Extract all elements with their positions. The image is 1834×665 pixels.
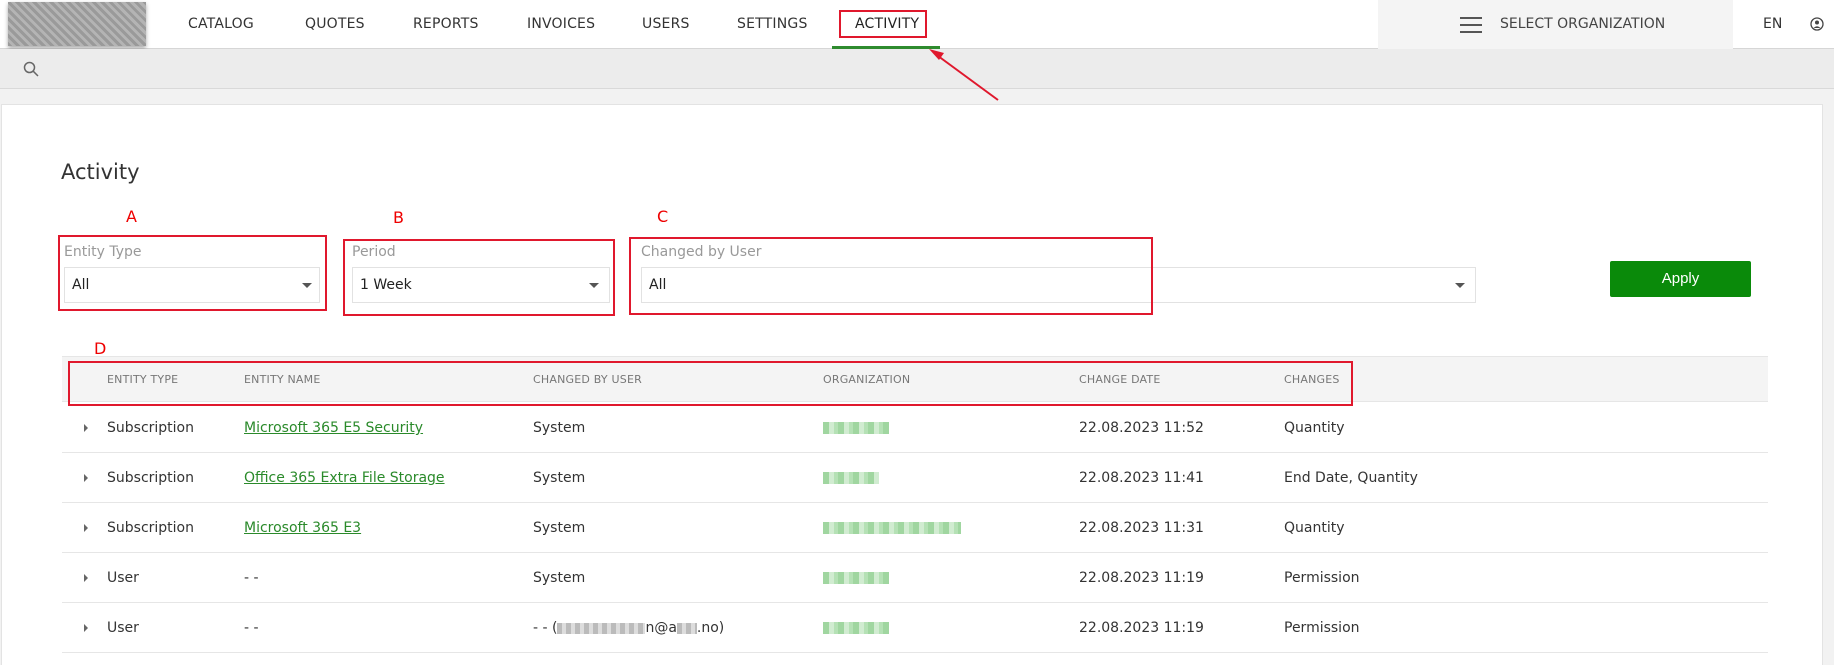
nav-reports[interactable]: REPORTS	[413, 0, 479, 48]
organization-cell	[823, 503, 961, 553]
nav-settings[interactable]: SETTINGS	[737, 0, 808, 48]
chevron-down-icon	[589, 283, 599, 288]
changes-cell: End Date, Quantity	[1284, 470, 1418, 486]
column-header-entity-name[interactable]: ENTITY NAME	[244, 357, 320, 403]
changed-by-user-label: Changed by User	[641, 244, 762, 260]
top-navigation: CATALOG QUOTES REPORTS INVOICES USERS SE…	[0, 0, 1834, 49]
table-row[interactable]: Subscription Office 365 Extra File Stora…	[62, 453, 1768, 503]
table-row[interactable]: User - - System 22.08.2023 11:19 Permiss…	[62, 553, 1768, 603]
entity-name-cell: - -	[244, 570, 259, 586]
table-header: ENTITY TYPE ENTITY NAME CHANGED BY USER …	[62, 356, 1768, 402]
changed-by-cell: System	[533, 420, 586, 436]
annotation-label-c: C	[657, 207, 669, 226]
change-date-cell: 22.08.2023 11:19	[1079, 570, 1204, 586]
annotation-label-a: A	[126, 207, 137, 226]
changed-by-cell: System	[533, 570, 586, 586]
column-header-entity-type[interactable]: ENTITY TYPE	[107, 357, 178, 403]
changed-by-user-value: All	[649, 277, 667, 293]
table-row[interactable]: Subscription Microsoft 365 E5 Security S…	[62, 403, 1768, 453]
expand-row-icon[interactable]	[84, 474, 88, 482]
period-value: 1 Week	[360, 277, 412, 293]
entity-name-cell: - -	[244, 620, 259, 636]
change-date-cell: 22.08.2023 11:19	[1079, 620, 1204, 636]
column-header-changes[interactable]: CHANGES	[1284, 357, 1340, 403]
chevron-down-icon	[1455, 283, 1465, 288]
select-organization-label: SELECT ORGANIZATION	[1500, 16, 1666, 32]
expand-row-icon[interactable]	[84, 624, 88, 632]
user-account-icon[interactable]	[1810, 17, 1824, 31]
entity-type-cell: User	[107, 570, 139, 586]
entity-name-link[interactable]: Office 365 Extra File Storage	[244, 453, 445, 503]
nav-invoices[interactable]: INVOICES	[527, 0, 595, 48]
annotation-label-b: B	[393, 208, 404, 227]
expand-row-icon[interactable]	[84, 574, 88, 582]
organization-cell	[823, 553, 889, 603]
entity-type-cell: Subscription	[107, 470, 194, 486]
nav-catalog[interactable]: CATALOG	[188, 0, 254, 48]
select-organization-button[interactable]: SELECT ORGANIZATION	[1378, 0, 1733, 49]
period-label: Period	[352, 244, 396, 260]
entity-type-cell: Subscription	[107, 520, 194, 536]
entity-type-label: Entity Type	[64, 244, 142, 260]
organization-cell	[823, 603, 889, 653]
hamburger-icon	[1460, 17, 1482, 33]
expand-row-icon[interactable]	[84, 524, 88, 532]
column-header-changed-by-user[interactable]: CHANGED BY USER	[533, 357, 642, 403]
change-date-cell: 22.08.2023 11:31	[1079, 520, 1204, 536]
changes-cell: Permission	[1284, 620, 1360, 636]
chevron-down-icon	[302, 283, 312, 288]
entity-name-link[interactable]: Microsoft 365 E5 Security	[244, 403, 423, 453]
table-row[interactable]: User - - - - (n@a .no) 22.08.2023 11:19 P…	[62, 603, 1768, 653]
change-date-cell: 22.08.2023 11:41	[1079, 470, 1204, 486]
language-selector[interactable]: EN	[1763, 0, 1782, 48]
changed-by-user-select[interactable]: All	[641, 267, 1476, 303]
changed-by-cell: System	[533, 520, 586, 536]
entity-name-link[interactable]: Microsoft 365 E3	[244, 503, 361, 553]
nav-users[interactable]: USERS	[642, 0, 690, 48]
changed-by-cell: System	[533, 470, 586, 486]
changes-cell: Permission	[1284, 570, 1360, 586]
nav-quotes[interactable]: QUOTES	[305, 0, 365, 48]
expand-row-icon[interactable]	[84, 424, 88, 432]
column-header-change-date[interactable]: CHANGE DATE	[1079, 357, 1161, 403]
column-header-organization[interactable]: ORGANIZATION	[823, 357, 910, 403]
organization-cell	[823, 453, 879, 503]
table-row[interactable]: Subscription Microsoft 365 E3 System 22.…	[62, 503, 1768, 553]
organization-cell	[823, 403, 889, 453]
apply-button[interactable]: Apply	[1610, 261, 1751, 297]
logo[interactable]	[8, 2, 146, 46]
search-icon[interactable]	[22, 60, 40, 78]
entity-type-value: All	[72, 277, 90, 293]
nav-activity[interactable]: ACTIVITY	[855, 0, 919, 48]
changed-by-cell: - - (n@a .no)	[533, 620, 725, 636]
entity-type-select[interactable]: All	[64, 267, 320, 303]
search-bar	[0, 49, 1834, 89]
changes-cell: Quantity	[1284, 420, 1345, 436]
entity-type-cell: User	[107, 620, 139, 636]
changes-cell: Quantity	[1284, 520, 1345, 536]
period-select[interactable]: 1 Week	[352, 267, 610, 303]
entity-type-cell: Subscription	[107, 420, 194, 436]
change-date-cell: 22.08.2023 11:52	[1079, 420, 1204, 436]
page-title: Activity	[61, 160, 140, 184]
app-root: CATALOG QUOTES REPORTS INVOICES USERS SE…	[0, 0, 1834, 665]
